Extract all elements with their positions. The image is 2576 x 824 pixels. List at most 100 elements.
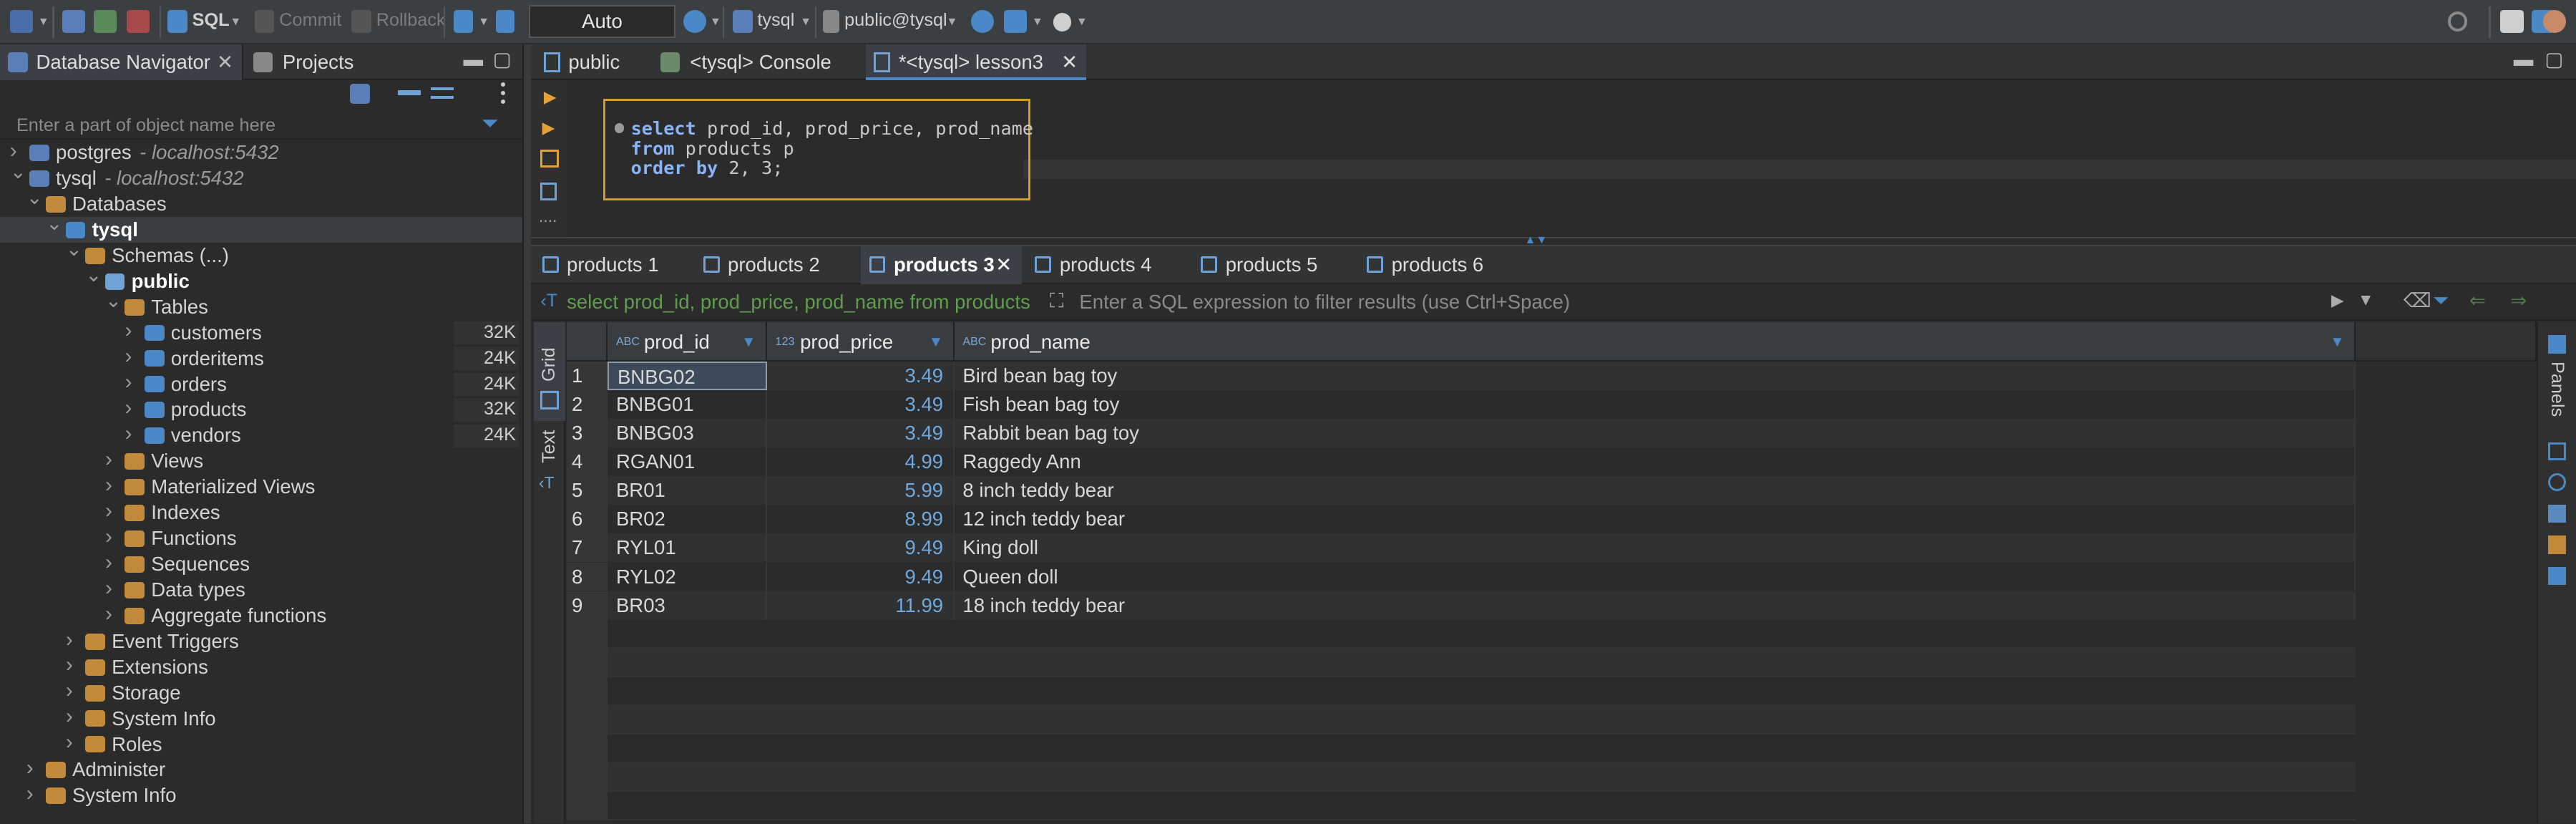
tree-item-system-info-connection[interactable]: › System Info xyxy=(0,782,522,808)
minimize-icon[interactable]: ▬ xyxy=(463,48,483,71)
grid-view-tab[interactable]: Grid xyxy=(534,321,565,421)
chevron-right-icon[interactable]: › xyxy=(125,421,132,447)
chevron-down-icon[interactable]: ⌄ xyxy=(66,236,82,262)
cell-prod-name[interactable]: King doll xyxy=(955,533,2356,563)
execute-statement-icon[interactable]: ▶ xyxy=(544,87,557,107)
chevron-right-icon[interactable]: › xyxy=(66,730,73,755)
chevron-down-icon[interactable]: ⌄ xyxy=(26,185,43,210)
row-number[interactable]: 3 xyxy=(567,419,608,448)
tree-item-aggregate-functions[interactable]: › Aggregate functions xyxy=(0,601,522,629)
close-icon[interactable]: ✕ xyxy=(995,246,1012,284)
transaction-mode-icon[interactable] xyxy=(453,9,474,33)
chevron-right-icon[interactable]: › xyxy=(105,472,112,498)
tab-console[interactable]: <tysql> Console xyxy=(654,44,848,81)
chevron-right-icon[interactable]: › xyxy=(125,369,132,395)
expand-icon[interactable]: ⛶ xyxy=(1050,289,1063,313)
column-header-prod-id[interactable]: ABC prod_id ▼ xyxy=(608,321,768,362)
tree-item-orderitems[interactable]: › orderitems 24K xyxy=(0,344,522,372)
tab-result-4[interactable]: products 4 xyxy=(1027,246,1178,284)
tab-public[interactable]: public xyxy=(535,44,644,81)
tree-item-orders[interactable]: › orders 24K xyxy=(0,369,522,397)
chevron-right-icon[interactable]: › xyxy=(26,781,34,807)
execute-new-tab-icon[interactable]: ▶ xyxy=(542,118,555,137)
row-number[interactable]: 6 xyxy=(567,505,608,534)
maximize-icon[interactable]: ▢ xyxy=(2545,48,2563,71)
tree-item-materialized-views[interactable]: › Materialized Views xyxy=(0,472,522,500)
cell-prod-price[interactable]: 4.99 xyxy=(767,447,955,477)
cell-prod-price[interactable]: 9.49 xyxy=(767,562,955,591)
chevron-down-icon[interactable]: ▼ xyxy=(38,15,49,29)
maximize-icon[interactable]: ▢ xyxy=(493,48,512,71)
sort-filter-icon[interactable]: ▼ xyxy=(929,322,943,362)
chevron-down-icon[interactable]: ⌄ xyxy=(46,210,62,236)
sql-editor-icon[interactable] xyxy=(167,9,187,33)
tree-item-products[interactable]: › products 32K xyxy=(0,395,522,422)
tree-item-customers[interactable]: › customers 32K xyxy=(0,319,522,346)
tree-item-data-types[interactable]: › Data types xyxy=(0,576,522,603)
tab-result-3[interactable]: products 3 ✕ xyxy=(861,246,1023,285)
active-datasource-select[interactable]: tysql xyxy=(757,10,794,31)
new-connection-icon[interactable] xyxy=(350,84,370,104)
cell-prod-name[interactable]: 18 inch teddy bear xyxy=(955,591,2356,620)
dashboard-icon[interactable] xyxy=(970,9,995,33)
tab-database-navigator[interactable]: Database Navigator ✕ xyxy=(0,44,243,81)
filter-icon[interactable]: ⏷ xyxy=(482,112,499,136)
tree-item-vendors[interactable]: › vendors 24K xyxy=(0,422,522,448)
column-header-prod-name[interactable]: ABC prod_name ▼ xyxy=(954,321,2356,362)
grid-corner[interactable] xyxy=(567,321,608,362)
tree-item-tysql-connection[interactable]: ⌄ tysql - localhost:5432 xyxy=(0,160,522,191)
chevron-down-icon[interactable]: ▼ xyxy=(1032,15,1043,29)
tree-item-indexes[interactable]: › Indexes xyxy=(0,499,522,525)
global-search-icon[interactable] xyxy=(2447,11,2468,31)
calc-icon[interactable] xyxy=(2547,504,2566,523)
value-viewer-icon[interactable] xyxy=(2547,442,2566,460)
cell-prod-price[interactable]: 3.49 xyxy=(767,419,955,448)
chevron-down-icon[interactable]: ▼ xyxy=(946,15,957,29)
row-number[interactable]: 5 xyxy=(567,476,608,505)
disconnect-icon[interactable] xyxy=(126,9,150,33)
metadata-icon[interactable] xyxy=(2547,473,2566,492)
active-schema-select[interactable]: public@tysql xyxy=(844,10,947,31)
chevron-right-icon[interactable]: › xyxy=(105,601,112,627)
cell-prod-price[interactable]: 5.99 xyxy=(767,476,955,505)
layout-icon[interactable] xyxy=(2547,567,2566,586)
tree-item-roles[interactable]: › Roles xyxy=(0,730,522,757)
forward-icon[interactable]: ⇒ xyxy=(2510,289,2527,312)
invalidate-icon[interactable] xyxy=(93,9,117,33)
chevron-right-icon[interactable]: › xyxy=(66,678,73,704)
cell-prod-id[interactable]: RYL02 xyxy=(608,562,768,591)
cell-prod-name[interactable]: Rabbit bean bag toy xyxy=(955,419,2356,448)
row-number[interactable]: 1 xyxy=(567,362,608,391)
chevron-right-icon[interactable]: › xyxy=(125,395,132,421)
avatar-icon[interactable] xyxy=(2543,9,2567,33)
cell-prod-name[interactable]: Bird bean bag toy xyxy=(955,362,2356,391)
commit-button[interactable]: Commit xyxy=(279,10,341,31)
open-perspective-icon[interactable] xyxy=(2500,9,2524,33)
cell-prod-name[interactable]: Fish bean bag toy xyxy=(955,390,2356,420)
chevron-down-icon[interactable]: ⌄ xyxy=(10,159,26,185)
tree-item-views[interactable]: › Views xyxy=(0,447,522,474)
tree-item-postgres[interactable]: › postgres - localhost:5432 xyxy=(0,139,522,165)
tab-result-1[interactable]: products 1 xyxy=(534,246,685,284)
chevron-right-icon[interactable]: › xyxy=(125,344,132,369)
chevron-down-icon[interactable]: ▼ xyxy=(1076,15,1088,29)
cell-prod-id[interactable]: BR01 xyxy=(608,476,768,505)
tree-item-event-triggers[interactable]: › Event Triggers xyxy=(0,627,522,654)
cell-prod-id[interactable]: BNBG03 xyxy=(608,419,768,448)
chevron-right-icon[interactable]: › xyxy=(105,576,112,601)
chevron-down-icon[interactable]: ▼ xyxy=(800,15,811,29)
row-number[interactable]: 9 xyxy=(567,591,608,620)
sort-filter-icon[interactable]: ▼ xyxy=(741,322,756,362)
row-number[interactable]: 8 xyxy=(567,562,608,591)
tab-projects[interactable]: Projects xyxy=(246,44,394,81)
chevron-right-icon[interactable]: › xyxy=(105,524,112,550)
cell-prod-name[interactable]: 12 inch teddy bear xyxy=(955,505,2356,534)
panels-label[interactable]: Panels xyxy=(2547,362,2567,417)
close-icon[interactable]: ✕ xyxy=(217,44,233,81)
chevron-right-icon[interactable]: › xyxy=(66,704,73,730)
sql-button[interactable]: SQL xyxy=(192,10,230,31)
collapse-all-icon[interactable] xyxy=(397,90,421,96)
chevron-right-icon[interactable]: › xyxy=(66,627,73,653)
cell-prod-name[interactable]: Queen doll xyxy=(955,562,2356,591)
tree-item-sequences[interactable]: › Sequences xyxy=(0,551,522,577)
